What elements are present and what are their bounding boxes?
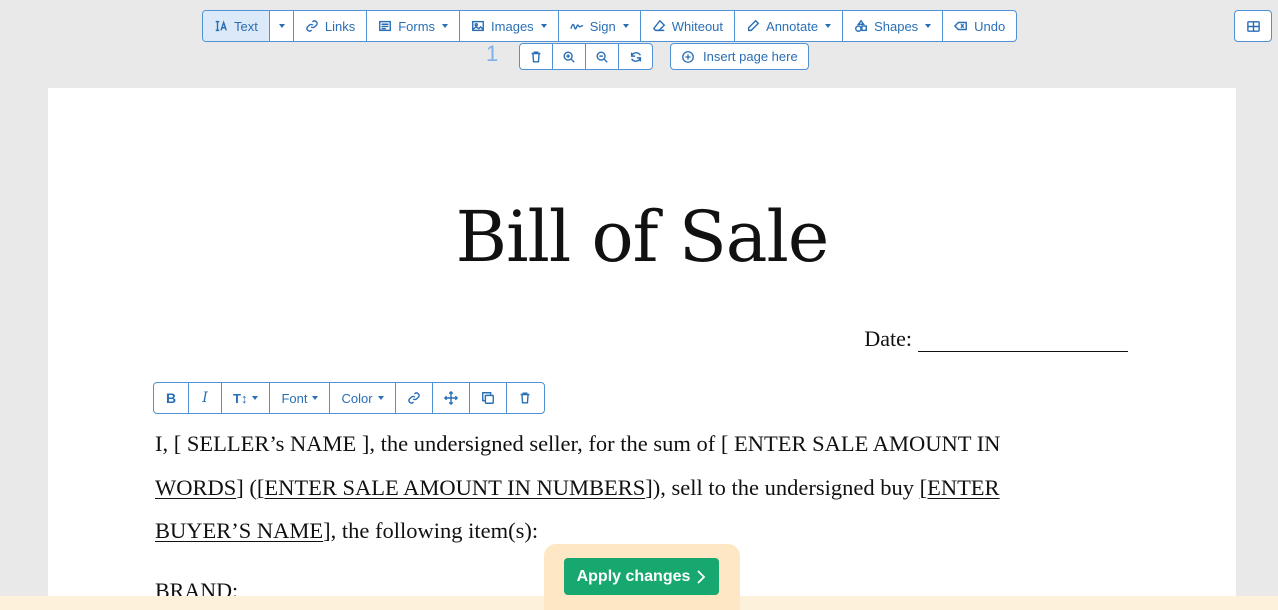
whiteout-label: Whiteout <box>671 18 724 34</box>
page-tools <box>519 43 653 70</box>
text-dropdown-button[interactable] <box>270 11 294 41</box>
annotate-button[interactable]: Annotate <box>735 11 844 41</box>
forms-button[interactable]: Forms <box>367 11 461 41</box>
chevron-right-icon <box>697 569 706 584</box>
font-label: Font <box>281 390 308 406</box>
duplicate-button[interactable] <box>470 383 507 413</box>
undo-button[interactable]: Undo <box>943 11 1016 41</box>
link-icon <box>306 20 318 32</box>
delete-page-button[interactable] <box>520 44 553 69</box>
zoom-in-button[interactable] <box>553 44 586 69</box>
form-icon <box>379 20 392 32</box>
eraser-icon <box>652 19 665 32</box>
apply-changes-label: Apply changes <box>576 567 691 585</box>
image-icon <box>472 20 484 32</box>
color-label: Color <box>341 390 373 406</box>
paragraph-text: ]), sell to the undersigned buy <box>645 474 920 500</box>
apply-changes-button[interactable]: Apply changes <box>564 558 719 595</box>
document-title[interactable]: Bill of Sale <box>48 196 1236 278</box>
rotate-page-button[interactable] <box>619 44 652 69</box>
chevron-down-icon <box>312 396 319 400</box>
amount-numbers-placeholder: [ENTER SALE AMOUNT IN NUMBERS <box>256 474 646 500</box>
trash-icon <box>531 50 541 63</box>
link-icon <box>407 392 420 404</box>
text-tool-button[interactable]: Text <box>203 11 270 41</box>
whiteout-button[interactable]: Whiteout <box>641 11 736 41</box>
chevron-down-icon <box>540 24 547 28</box>
paragraph-text: ], the following item(s): <box>323 518 539 543</box>
images-button[interactable]: Images <box>460 11 559 41</box>
plus-circle-icon <box>682 50 694 63</box>
color-button[interactable]: Color <box>330 383 396 413</box>
font-size-icon: T↕ <box>233 390 248 406</box>
italic-button[interactable]: I <box>189 383 222 413</box>
undo-label: Undo <box>974 18 1006 34</box>
rotate-icon <box>630 51 641 62</box>
chevron-down-icon <box>925 24 932 28</box>
date-blank-line <box>918 330 1128 352</box>
paragraph-line-1: I, [ SELLER’s NAME ], the undersigned se… <box>155 422 1085 466</box>
main-toolbar: Text Links Forms Images Sign Whiteout An… <box>202 10 1018 42</box>
date-field[interactable]: Date: <box>864 326 1128 352</box>
text-cursor-icon <box>215 20 227 32</box>
sign-label: Sign <box>589 18 616 34</box>
move-icon <box>443 391 458 405</box>
insert-page-button[interactable]: Insert page here <box>670 43 809 70</box>
insert-page-label: Insert page here <box>703 49 798 64</box>
chevron-down-icon <box>252 396 259 400</box>
signature-icon <box>569 23 584 30</box>
font-button[interactable]: Font <box>270 383 331 413</box>
links-label: Links <box>324 18 356 34</box>
chevron-down-icon <box>278 24 285 28</box>
trash-icon <box>520 392 530 404</box>
zoom-in-icon <box>563 50 575 63</box>
chevron-down-icon <box>442 24 449 28</box>
buyer-placeholder-start: [ENTER <box>919 474 1000 500</box>
layout-toggle-button[interactable] <box>1234 10 1272 42</box>
date-label: Date: <box>864 326 912 351</box>
delete-text-button[interactable] <box>507 383 544 413</box>
chevron-down-icon <box>377 396 384 400</box>
shapes-label: Shapes <box>874 18 919 34</box>
images-label: Images <box>491 18 534 34</box>
copy-icon <box>481 392 494 404</box>
sign-button[interactable]: Sign <box>559 11 641 41</box>
move-button[interactable] <box>433 383 470 413</box>
text-format-toolbar: B I T↕ Font Color <box>153 382 545 414</box>
pencil-icon <box>747 19 760 32</box>
chevron-down-icon <box>622 24 629 28</box>
paragraph-text: ] ( <box>236 474 257 500</box>
chevron-down-icon <box>825 24 832 28</box>
annotate-label: Annotate <box>766 18 819 34</box>
buyer-placeholder-end: BUYER’S NAME <box>155 518 324 543</box>
bold-button[interactable]: B <box>154 383 189 413</box>
grid-icon <box>1246 20 1260 32</box>
text-tool-label: Text <box>234 18 258 34</box>
zoom-out-icon <box>596 50 608 63</box>
paragraph-line-2: WORDS] ([ENTER SALE AMOUNT IN NUMBERS]),… <box>155 466 1085 510</box>
font-size-button[interactable]: T↕ <box>222 383 271 413</box>
shapes-icon <box>855 19 868 32</box>
shapes-button[interactable]: Shapes <box>843 11 944 41</box>
document-page[interactable]: Bill of Sale Date: I, [ SELLER’s NAME ],… <box>48 88 1236 610</box>
forms-label: Forms <box>398 18 436 34</box>
seller-clause: I, [ SELLER’s NAME ], the undersigned se… <box>155 431 1001 456</box>
backspace-icon <box>954 21 968 31</box>
zoom-out-button[interactable] <box>586 44 619 69</box>
text-link-button[interactable] <box>396 383 433 413</box>
links-button[interactable]: Links <box>294 11 368 41</box>
amount-words-placeholder: WORDS <box>155 474 237 500</box>
sale-paragraph[interactable]: I, [ SELLER’s NAME ], the undersigned se… <box>155 422 1085 553</box>
page-number: 1 <box>486 41 499 66</box>
